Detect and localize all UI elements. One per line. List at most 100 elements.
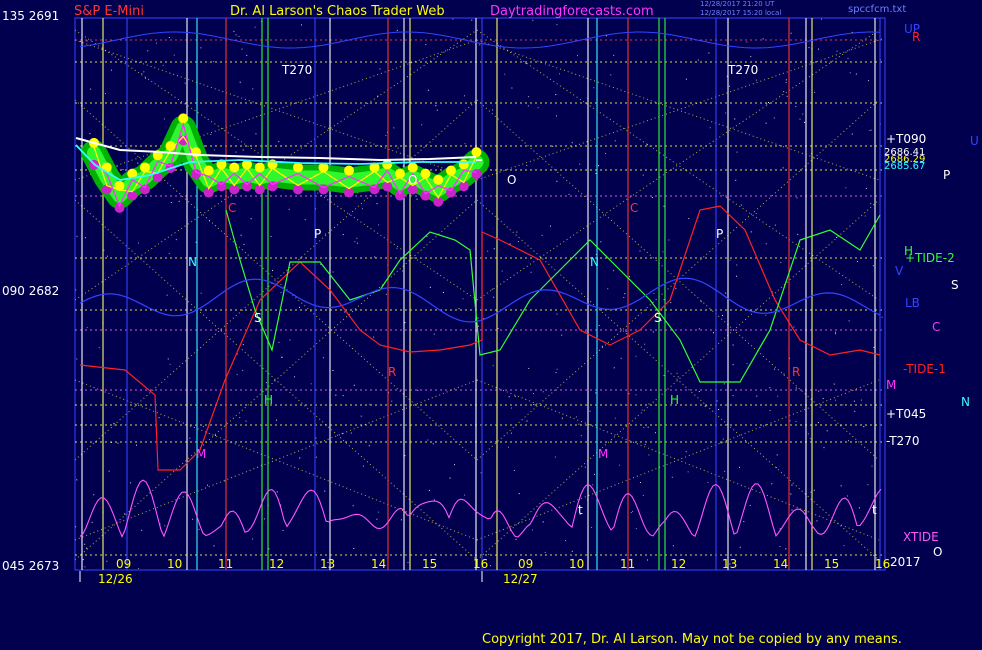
star-dot (773, 117, 775, 119)
star-dot (426, 236, 428, 238)
star-dot (833, 383, 835, 385)
star-dot (526, 164, 528, 166)
hour-tick-label: 15 (422, 557, 437, 571)
y-label-bottom: 045 2673 (2, 559, 60, 573)
star-dot (779, 546, 781, 548)
star-dot (601, 345, 603, 347)
star-dot (795, 106, 797, 108)
label-u: U (970, 134, 979, 148)
star-dot (76, 479, 78, 481)
star-dot (235, 34, 237, 36)
star-dot (243, 243, 245, 245)
star-dot (143, 71, 145, 73)
star-dot (749, 504, 751, 506)
star-dot (335, 394, 337, 396)
star-dot (458, 308, 460, 310)
star-dot (555, 94, 557, 96)
star-dot (624, 293, 626, 295)
star-dot (618, 464, 620, 466)
star-dot (252, 538, 254, 540)
star-dot (663, 205, 665, 207)
star-dot (685, 78, 687, 80)
star-dot (265, 382, 267, 384)
star-dot (130, 482, 132, 484)
star-dot (416, 198, 418, 200)
star-dot (164, 525, 166, 527)
star-dot (785, 548, 787, 550)
star-dot (464, 494, 466, 496)
star-dot (641, 409, 643, 411)
star-dot (556, 368, 558, 370)
star-dot (804, 121, 806, 123)
star-dot (648, 403, 650, 405)
star-dot (254, 26, 256, 28)
star-dot (198, 528, 200, 530)
star-dot (170, 202, 172, 204)
star-dot (518, 493, 520, 495)
star-dot (716, 400, 718, 402)
chart-label-p2: P (716, 227, 723, 241)
star-dot (332, 271, 334, 273)
label-o: O (933, 545, 943, 559)
star-dot (670, 302, 672, 304)
label-t045: +T045 (886, 407, 927, 421)
star-dot (428, 489, 430, 491)
star-dot (851, 133, 853, 135)
data-file: spccfcm.txt (848, 4, 907, 15)
star-dot (108, 470, 110, 472)
star-dot (241, 48, 243, 50)
star-dot (396, 29, 398, 31)
star-dot (848, 320, 850, 322)
star-dot (376, 518, 378, 520)
star-dot (857, 260, 859, 262)
star-dot (732, 344, 734, 346)
star-dot (178, 200, 180, 202)
star-dot (762, 38, 764, 40)
y-label-top: 135 2691 (2, 9, 60, 23)
star-dot (725, 112, 727, 114)
star-dot (739, 546, 741, 548)
star-dot (858, 507, 860, 509)
star-dot (379, 68, 381, 70)
star-dot (504, 73, 506, 75)
star-dot (687, 471, 689, 473)
star-dot (433, 499, 435, 501)
star-dot (75, 289, 77, 291)
star-dot (427, 439, 429, 441)
star-dot (870, 202, 872, 204)
star-dot (532, 393, 534, 395)
star-dot (769, 410, 771, 412)
star-dot (192, 518, 194, 520)
star-dot (250, 218, 252, 220)
site-link[interactable]: Daytradingforecasts.com (490, 4, 654, 19)
star-dot (709, 127, 711, 129)
label-tide2: +TIDE-2 (905, 251, 955, 265)
star-dot (648, 454, 650, 456)
star-dot (493, 296, 495, 298)
star-dot (647, 559, 649, 561)
star-dot (175, 239, 177, 241)
star-dot (86, 327, 88, 329)
star-dot (810, 438, 812, 440)
star-dot (765, 314, 767, 316)
low-dot (471, 169, 482, 180)
star-dot (555, 372, 557, 374)
label-t270: -T270 (886, 434, 920, 448)
star-dot (697, 59, 699, 61)
star-dot (301, 24, 303, 26)
star-dot (598, 165, 600, 167)
star-dot (640, 482, 642, 484)
star-dot (137, 162, 139, 164)
star-dot (255, 133, 257, 135)
star-dot (332, 369, 334, 371)
star-dot (865, 187, 867, 189)
high-dot (229, 162, 240, 173)
star-dot (635, 394, 637, 396)
star-dot (808, 47, 810, 49)
chart-window: T270 T270 N N P P S S H H C C M M O O R Rt t 09 10 11 12 13 14 1… (0, 0, 982, 650)
chart-label-c1: C (228, 201, 236, 215)
star-dot (352, 505, 354, 507)
star-dot (233, 30, 235, 32)
star-dot (676, 372, 678, 374)
star-dot (110, 69, 112, 71)
